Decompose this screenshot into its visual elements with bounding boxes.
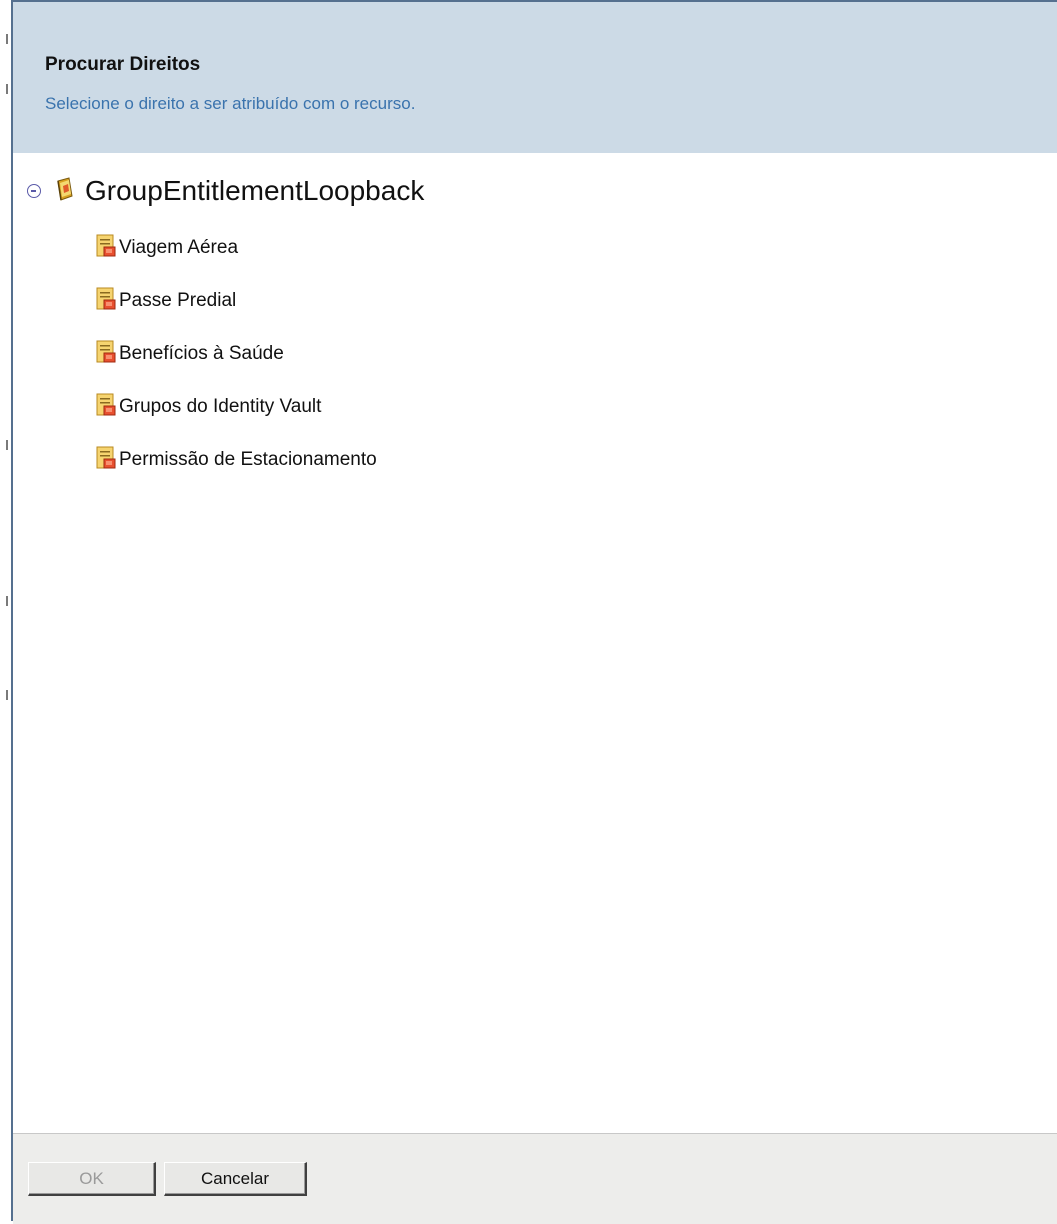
collapse-toggle-icon[interactable] [27,184,41,198]
tree-item-beneficios-saude[interactable]: Benefícios à Saúde [95,339,284,369]
dialog-subtitle: Selecione o direito a ser atribuído com … [45,94,416,113]
tree-item-label: Permissão de Estacionamento [119,449,377,470]
driver-book-icon [55,176,75,206]
tree-item-label: Benefícios à Saúde [119,343,284,364]
tree-item-grupos-identity-vault[interactable]: Grupos do Identity Vault [95,392,321,422]
entitlement-tree: GroupEntitlementLoopback Viagem Aérea Pa… [13,153,1057,1133]
entitlement-icon [95,340,117,369]
left-edge-marks [0,0,11,1221]
ok-button[interactable]: OK [28,1162,156,1196]
tree-root-node: GroupEntitlementLoopback [27,173,424,209]
entitlement-icon [95,393,117,422]
entitlement-icon [95,234,117,263]
tree-item-viagem-aerea[interactable]: Viagem Aérea [95,233,238,263]
tree-item-permissao-estacionamento[interactable]: Permissão de Estacionamento [95,445,377,475]
tree-item-label: Passe Predial [119,290,237,311]
browse-entitlements-dialog: Procurar Direitos Selecione o direito a … [11,0,1057,1224]
tree-item-passe-predial[interactable]: Passe Predial [95,286,236,316]
dialog-title: Procurar Direitos [45,54,201,75]
cancel-button[interactable]: Cancelar [164,1162,307,1196]
entitlement-icon [95,287,117,316]
tree-root-label[interactable]: GroupEntitlementLoopback [85,175,424,207]
dialog-header: Procurar Direitos Selecione o direito a … [13,2,1057,153]
tree-item-label: Viagem Aérea [119,237,239,258]
tree-item-label: Grupos do Identity Vault [119,396,322,417]
entitlement-icon [95,446,117,475]
